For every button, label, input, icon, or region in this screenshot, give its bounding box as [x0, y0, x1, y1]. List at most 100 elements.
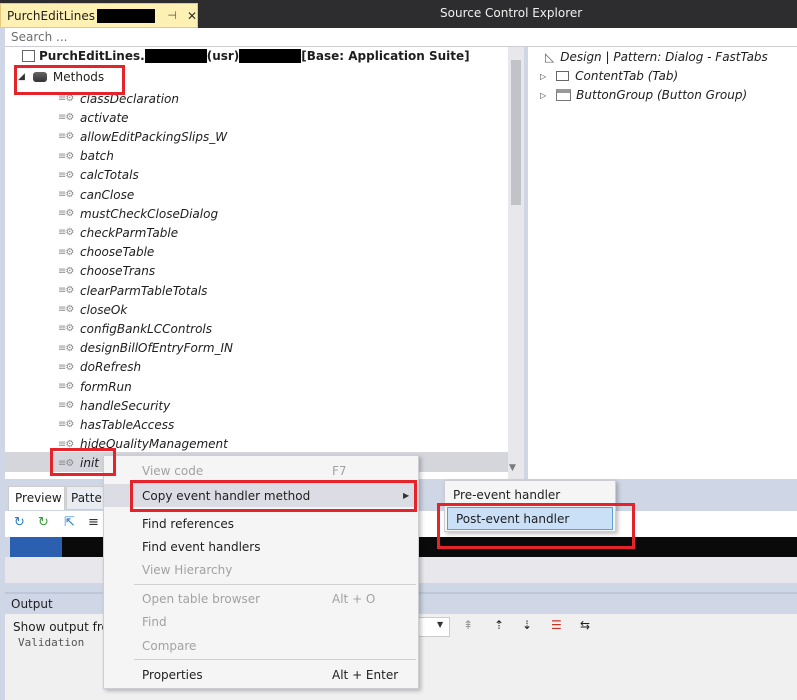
- method-icon: ≡⚙: [58, 131, 74, 143]
- method-label: batch: [80, 149, 114, 164]
- menu-item-view-hierarchy[interactable]: View Hierarchy: [104, 558, 418, 581]
- content-tab-node[interactable]: ▷ ContentTab (Tab): [540, 69, 678, 83]
- method-icon: ≡⚙: [58, 112, 74, 124]
- method-label: hasTableAccess: [80, 417, 175, 432]
- previous-message-icon[interactable]: ⇡: [494, 618, 504, 632]
- search-input[interactable]: Search ...: [5, 28, 797, 47]
- tree-root-node[interactable]: PurchEditLines. (usr) [Base: Application…: [22, 49, 470, 63]
- next-message-icon[interactable]: ⇣: [522, 618, 532, 632]
- tree-method-item[interactable]: ≡⚙ clearParmTableTotals: [58, 281, 207, 300]
- method-icon: ≡⚙: [58, 246, 74, 258]
- find-message-icon[interactable]: ⇞: [463, 618, 473, 632]
- tree-method-item[interactable]: ≡⚙ hasTableAccess: [58, 415, 174, 434]
- tree-root-label-suffix: [Base: Application Suite]: [301, 49, 470, 63]
- tree-method-item[interactable]: ≡⚙ calcTotals: [58, 166, 139, 185]
- method-icon: ≡⚙: [58, 381, 74, 392]
- tree-method-item[interactable]: ≡⚙ configBankLCControls: [58, 319, 212, 338]
- menu-item-find-references[interactable]: Find references: [104, 512, 418, 535]
- method-icon: ≡⚙: [58, 304, 74, 316]
- method-label: mustCheckCloseDialog: [80, 206, 219, 221]
- method-label: calcTotals: [80, 168, 139, 183]
- tab-icon: [556, 71, 570, 81]
- tree-method-item[interactable]: ≡⚙ handleSecurity: [58, 396, 170, 415]
- method-label: configBankLCControls: [80, 321, 213, 336]
- method-label: clearParmTableTotals: [80, 283, 208, 298]
- method-icon: ≡⚙: [58, 323, 74, 335]
- clear-all-icon[interactable]: ☰: [551, 618, 562, 632]
- menu-item-open-table-browser[interactable]: Open table browser Alt + O: [104, 587, 418, 610]
- menu-separator: [134, 659, 416, 660]
- method-label: closeOk: [80, 302, 128, 317]
- pin-icon[interactable]: ⊣: [167, 9, 177, 22]
- form-icon: [22, 50, 35, 62]
- button-group-label: ButtonGroup (Button Group): [576, 88, 748, 102]
- redacted-block: [144, 49, 207, 63]
- tree-method-item[interactable]: ≡⚙ chooseTable: [58, 243, 154, 262]
- method-label: allowEditPackingSlips_W: [80, 129, 228, 144]
- tree-method-item[interactable]: ≡⚙ canClose: [58, 185, 134, 204]
- button-group-node[interactable]: ▷ ButtonGroup (Button Group): [540, 88, 747, 102]
- design-node[interactable]: ◺ Design | Pattern: Dialog - FastTabs: [545, 50, 768, 64]
- method-icon: ≡⚙: [58, 419, 74, 431]
- tree-method-item[interactable]: ≡⚙ closeOk: [58, 300, 127, 319]
- annotation-box-copy-event-handler: [130, 480, 417, 512]
- button-group-icon: [556, 89, 572, 101]
- method-label: chooseTable: [80, 245, 155, 260]
- design-label: Design | Pattern: Dialog - FastTabs: [560, 50, 768, 64]
- method-icon: ≡⚙: [58, 265, 74, 277]
- tree-method-item[interactable]: ≡⚙ checkParmTable: [58, 223, 178, 242]
- document-tab-purcheditlines[interactable]: PurchEditLines ⊣ ✕: [0, 3, 198, 28]
- menu-item-properties[interactable]: Properties Alt + Enter: [104, 663, 418, 686]
- tree-method-item[interactable]: ≡⚙ designBillOfEntryForm_IN: [58, 339, 233, 358]
- tab-pattern[interactable]: Patte: [66, 486, 106, 510]
- collapsed-triangle-icon[interactable]: ▷: [540, 91, 546, 100]
- tree-scrollbar-thumb[interactable]: [511, 60, 521, 205]
- tree-method-item[interactable]: ≡⚙ activate: [58, 108, 129, 127]
- method-icon: ≡⚙: [58, 342, 74, 354]
- design-icon: ◺: [545, 50, 555, 64]
- refresh-icon[interactable]: ↻: [14, 515, 25, 530]
- method-icon: ≡⚙: [58, 361, 74, 373]
- annotation-box-post-event-handler: [437, 503, 635, 549]
- source-control-explorer-tab[interactable]: Source Control Explorer: [440, 6, 582, 20]
- method-label: chooseTrans: [80, 264, 156, 279]
- tab-preview[interactable]: Preview: [8, 486, 65, 510]
- annotation-box-init: [50, 448, 116, 476]
- tree-method-item[interactable]: ≡⚙ chooseTrans: [58, 262, 155, 281]
- method-label: canClose: [80, 187, 135, 202]
- collapsed-triangle-icon[interactable]: ▷: [540, 72, 546, 81]
- preview-header-bar: [10, 537, 62, 557]
- method-label: handleSecurity: [80, 398, 171, 413]
- method-label: doRefresh: [80, 360, 142, 375]
- tree-method-item[interactable]: ≡⚙ formRun: [58, 377, 132, 396]
- chevron-down-icon[interactable]: ▼: [437, 620, 443, 629]
- toolbar-icon[interactable]: ≡: [88, 515, 99, 530]
- word-wrap-icon[interactable]: ⇆: [580, 618, 590, 632]
- method-label: activate: [80, 110, 129, 125]
- tree-root-label-prefix: PurchEditLines.: [39, 49, 145, 63]
- method-label: checkParmTable: [80, 225, 179, 240]
- method-icon: ≡⚙: [58, 189, 74, 200]
- method-icon: ≡⚙: [58, 400, 74, 412]
- menu-item-compare[interactable]: Compare: [104, 634, 418, 657]
- method-label: formRun: [80, 379, 132, 394]
- close-icon[interactable]: ✕: [187, 9, 197, 23]
- scroll-down-arrow-icon[interactable]: ▼: [509, 463, 516, 473]
- refresh-green-icon[interactable]: ↻: [38, 515, 49, 530]
- method-icon: ≡⚙: [58, 150, 74, 162]
- method-icon: ≡⚙: [58, 208, 74, 220]
- tree-method-item[interactable]: ≡⚙ allowEditPackingSlips_W: [58, 127, 227, 146]
- tree-method-item[interactable]: ≡⚙ batch: [58, 147, 114, 166]
- open-external-icon[interactable]: ⇱: [64, 515, 75, 530]
- method-icon: ≡⚙: [58, 227, 74, 239]
- tree-method-item[interactable]: ≡⚙ mustCheckCloseDialog: [58, 204, 218, 223]
- method-label: designBillOfEntryForm_IN: [80, 341, 234, 356]
- design-tree-pane: [528, 47, 797, 479]
- tree-method-item[interactable]: ≡⚙ doRefresh: [58, 358, 141, 377]
- tree-root-label-mid: (usr): [206, 49, 240, 63]
- menu-item-view-code[interactable]: View code F7: [104, 459, 418, 482]
- redacted-block: [239, 49, 302, 63]
- menu-item-find-event-handlers[interactable]: Find event handlers: [104, 535, 418, 558]
- annotation-box-methods: [14, 65, 125, 95]
- menu-item-find[interactable]: Find: [104, 610, 418, 633]
